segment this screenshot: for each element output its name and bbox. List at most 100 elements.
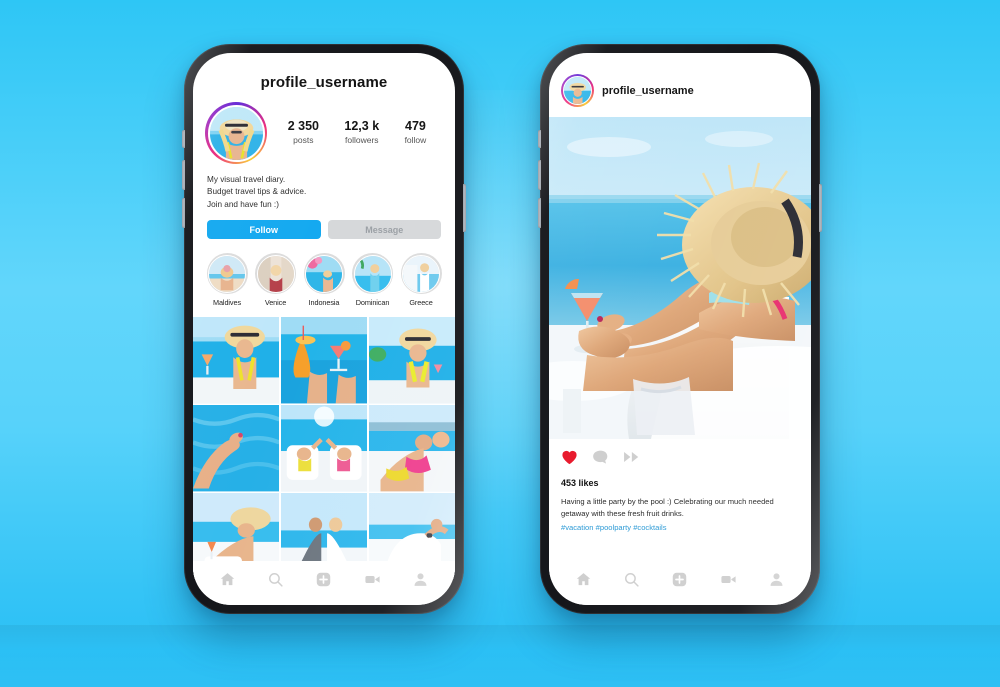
bio-line-1: My visual travel diary. bbox=[207, 175, 286, 184]
profile-icon[interactable] bbox=[412, 571, 429, 588]
highlight-art-indonesia bbox=[306, 255, 342, 292]
highlight-thumb bbox=[402, 254, 440, 293]
volume-up-button[interactable] bbox=[538, 160, 541, 190]
search-icon[interactable] bbox=[623, 571, 640, 588]
grid-art-1 bbox=[193, 317, 280, 404]
profile-summary: 2 350 posts 12,3 k followers 479 follow bbox=[193, 100, 455, 164]
profile-stats: 2 350 posts 12,3 k followers 479 follow bbox=[267, 119, 441, 146]
post-username[interactable]: profile_username bbox=[602, 85, 694, 97]
post-actions bbox=[549, 439, 811, 470]
comment-icon[interactable] bbox=[592, 449, 609, 470]
reels-icon[interactable] bbox=[720, 571, 737, 588]
grid-post-4[interactable] bbox=[193, 405, 280, 492]
profile-icon[interactable] bbox=[768, 571, 785, 588]
highlight-ring bbox=[303, 253, 345, 295]
scene-backdrop: profile_username 2 350 posts 12,3 k foll… bbox=[0, 0, 1000, 687]
highlight-label: Indonesia bbox=[308, 298, 340, 308]
volume-up-button[interactable] bbox=[182, 160, 185, 190]
highlight-thumb bbox=[256, 254, 295, 293]
grid-post-1[interactable] bbox=[193, 317, 280, 404]
highlight-thumb bbox=[208, 254, 246, 293]
avatar-image bbox=[207, 104, 265, 162]
grid-art-6 bbox=[368, 405, 455, 492]
stat-posts[interactable]: 2 350 posts bbox=[288, 119, 319, 146]
grid-post-6-image bbox=[368, 405, 455, 492]
grid-art-2 bbox=[280, 317, 368, 404]
stat-posts-value: 2 350 bbox=[287, 119, 319, 134]
right-tabbar bbox=[549, 561, 811, 605]
grid-post-5-image bbox=[280, 405, 368, 492]
highlight-label: Venice bbox=[264, 298, 287, 308]
highlight-ring bbox=[206, 253, 248, 295]
home-icon[interactable] bbox=[575, 571, 592, 588]
post-hashtags[interactable]: #vacation #poolparty #cocktails bbox=[549, 520, 811, 534]
story-highlights: Maldives Venice Indonesia Dominican Gree… bbox=[193, 239, 455, 317]
silent-switch[interactable] bbox=[538, 130, 541, 148]
stat-followers-value: 12,3 k bbox=[344, 119, 380, 134]
left-tabbar bbox=[193, 561, 455, 605]
message-button[interactable]: Message bbox=[327, 220, 441, 240]
highlight-art-maldives bbox=[209, 255, 245, 292]
highlight-ring bbox=[400, 253, 442, 295]
avatar-artwork bbox=[209, 106, 263, 160]
highlight-art-greece bbox=[403, 255, 439, 292]
post-media[interactable] bbox=[549, 117, 811, 439]
highlight-dominican[interactable]: Dominican bbox=[350, 253, 396, 307]
highlight-greece[interactable]: Greece bbox=[398, 253, 444, 307]
like-count[interactable]: 453 likes bbox=[549, 470, 811, 488]
volume-down-button[interactable] bbox=[182, 198, 185, 228]
silent-switch[interactable] bbox=[182, 130, 185, 148]
highlight-art-venice bbox=[257, 255, 294, 292]
grid-post-6[interactable] bbox=[368, 405, 455, 492]
add-post-icon[interactable] bbox=[671, 571, 688, 588]
grid-art-3 bbox=[368, 317, 455, 404]
reels-icon[interactable] bbox=[364, 571, 381, 588]
phone-right-post: profile_username 453 likes Having a litt… bbox=[538, 44, 822, 614]
share-icon[interactable] bbox=[623, 450, 640, 469]
grid-post-5[interactable] bbox=[280, 405, 368, 492]
highlight-label: Maldives bbox=[213, 298, 241, 308]
grid-post-3-image bbox=[368, 317, 455, 404]
highlight-thumb bbox=[353, 254, 392, 293]
post-header: profile_username bbox=[549, 53, 811, 117]
page-title: profile_username bbox=[260, 74, 388, 91]
stat-followers[interactable]: 12,3 k followers bbox=[344, 119, 379, 146]
power-button[interactable] bbox=[463, 184, 466, 232]
post-author-avatar[interactable] bbox=[561, 74, 594, 107]
post-caption: Having a little party by the pool :) Cel… bbox=[561, 497, 774, 518]
highlight-thumb bbox=[305, 254, 343, 293]
highlight-label: Dominican bbox=[355, 298, 390, 308]
highlight-art-dominican bbox=[354, 255, 391, 292]
highlight-ring bbox=[352, 253, 393, 295]
bio-line-2: Budget travel tips & advice. bbox=[207, 187, 307, 197]
grid-post-4-image bbox=[193, 405, 280, 492]
stat-following-label: follow bbox=[404, 135, 427, 146]
grid-art-5 bbox=[280, 405, 368, 492]
grid-art-4 bbox=[193, 405, 280, 492]
home-icon[interactable] bbox=[219, 571, 236, 588]
highlight-maldives[interactable]: Maldives bbox=[204, 253, 250, 307]
add-post-icon[interactable] bbox=[315, 571, 332, 588]
profile-bio: My visual travel diary. Budget travel ti… bbox=[193, 164, 455, 211]
left-screen: profile_username 2 350 posts 12,3 k foll… bbox=[193, 53, 455, 605]
heart-icon[interactable] bbox=[561, 449, 578, 470]
phone-left-profile: profile_username 2 350 posts 12,3 k foll… bbox=[182, 44, 466, 614]
grid-post-1-image bbox=[193, 317, 280, 404]
stat-posts-label: posts bbox=[293, 135, 314, 146]
profile-avatar[interactable] bbox=[205, 102, 267, 164]
stat-followers-label: followers bbox=[345, 135, 379, 146]
grid-post-2[interactable] bbox=[280, 317, 368, 404]
avatar-image bbox=[562, 75, 593, 106]
highlight-venice[interactable]: Venice bbox=[253, 253, 299, 307]
follow-button[interactable]: Follow bbox=[207, 220, 321, 240]
grid-post-2-image bbox=[280, 317, 368, 404]
profile-actions: Follow Message bbox=[193, 211, 455, 240]
highlight-indonesia[interactable]: Indonesia bbox=[301, 253, 347, 307]
stat-following[interactable]: 479 follow bbox=[405, 119, 427, 146]
volume-down-button[interactable] bbox=[538, 198, 541, 228]
backdrop-floor-seam bbox=[0, 625, 1000, 687]
grid-post-3[interactable] bbox=[368, 317, 455, 404]
search-icon[interactable] bbox=[267, 571, 284, 588]
bio-line-3: Join and have fun :) bbox=[207, 199, 279, 209]
power-button[interactable] bbox=[819, 184, 822, 232]
